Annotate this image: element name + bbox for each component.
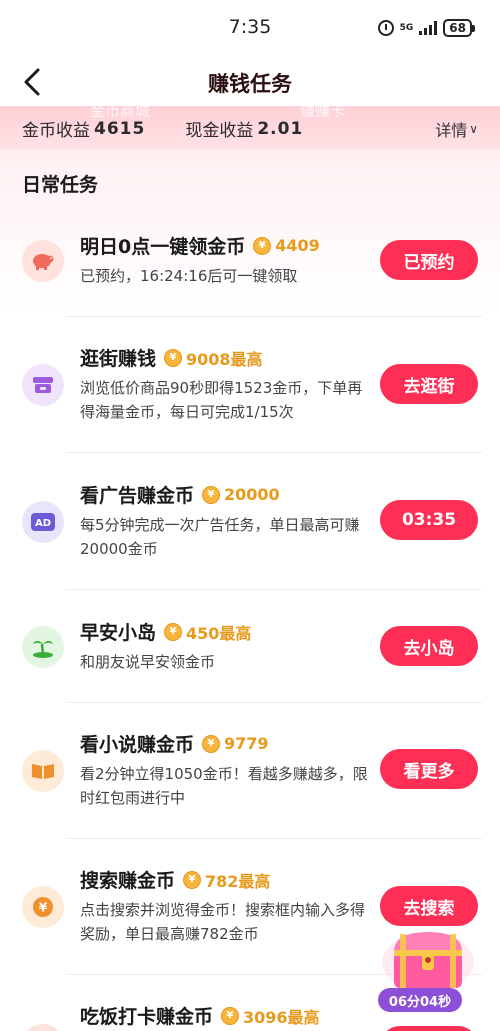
yen-coin-icon: ¥	[22, 886, 64, 928]
battery-level: 68	[449, 21, 466, 35]
earnings-row: 金币收益 4615 现金收益 2.01 详情 ∨	[22, 116, 478, 142]
task-reward: 20000	[224, 485, 280, 504]
task-description: 已预约，16:24:16后可一键领取	[80, 267, 298, 285]
nav-bar: 赚钱任务	[0, 58, 500, 106]
status-bar: 7:35 5G 68	[0, 0, 500, 58]
task-title: 早安小岛	[80, 622, 157, 644]
task-description: 浏览低价商品90秒即得1523金币，下单再得海量金币，每日可完成1/15次	[80, 379, 363, 421]
alarm-icon	[377, 20, 394, 36]
cash-earnings-label: 现金收益	[185, 121, 254, 141]
status-icons: 5G 68	[377, 19, 475, 37]
task-title-row: 早安小岛 ¥ 450最高	[80, 618, 251, 645]
task-action-button[interactable]: 去逛街	[380, 364, 478, 404]
svg-text:AD: AD	[35, 518, 51, 529]
task-description: 和朋友说早安领金币	[80, 653, 216, 671]
divider	[66, 838, 482, 839]
task-description: 每5分钟完成一次广告任务，单日最高可赚20000金币	[80, 516, 360, 558]
divider	[66, 316, 482, 317]
task-action-button[interactable]: 已预约	[380, 240, 478, 280]
task-title-row: 搜索赚金币 ¥ 782最高	[80, 866, 270, 893]
coin-icon: ¥	[202, 734, 221, 753]
store-icon	[22, 364, 64, 406]
task-reward: 450最高	[186, 623, 252, 643]
page-title: 赚钱任务	[208, 72, 292, 96]
task-reward: 9008最高	[186, 349, 263, 369]
task-title: 看广告赚金币	[80, 485, 195, 507]
ad-icon: AD	[22, 501, 64, 543]
meal-icon	[22, 1024, 64, 1031]
task-title: 吃饭打卡赚金币	[80, 1006, 214, 1028]
task-action-button[interactable]: 03:35	[380, 500, 478, 540]
earnings-strip: 金币商城 赚赚卡 金币收益 4615 现金收益 2.01 详情 ∨	[0, 106, 500, 150]
coin-icon: ¥	[183, 870, 202, 889]
task-list: 日常任务 明日0点一键领金币 ¥ 4409 已预约，16:24:16后可一键领取…	[0, 150, 500, 1031]
task-action-button[interactable]: 去搜索	[380, 886, 478, 926]
details-link[interactable]: 详情 ∨	[435, 117, 478, 141]
divider	[66, 589, 482, 590]
island-icon	[22, 626, 64, 668]
task-title-row: 吃饭打卡赚金币 ¥ 3096最高	[80, 1002, 320, 1029]
details-label: 详情	[435, 120, 468, 140]
chest-timer: 06分04秒	[378, 988, 462, 1012]
piggy-bank-icon	[22, 240, 64, 282]
section-title: 日常任务	[22, 174, 99, 196]
battery-icon: 68	[443, 19, 475, 37]
svg-text:¥: ¥	[39, 901, 48, 915]
task-title: 逛街赚钱	[80, 348, 157, 370]
coin-icon: ¥	[202, 485, 221, 504]
task-description: 看2分钟立得1050金币！看越多赚越多，限时红包雨进行中	[80, 765, 368, 807]
task-title-row: 看小说赚金币 ¥ 9779	[80, 730, 269, 757]
divider	[66, 702, 482, 703]
task-title: 看小说赚金币	[80, 734, 195, 756]
task-title-row: 逛街赚钱 ¥ 9008最高	[80, 344, 263, 371]
task-action-button[interactable]	[380, 1026, 478, 1031]
task-title: 明日0点一键领金币	[80, 236, 246, 258]
coin-icon: ¥	[221, 1006, 240, 1025]
coin-earnings-value: 4615	[94, 118, 146, 139]
task-reward: 3096最高	[243, 1007, 320, 1027]
coin-icon: ¥	[164, 622, 183, 641]
chevron-down-icon: ∨	[469, 121, 478, 136]
cash-earnings-value: 2.01	[257, 118, 304, 139]
task-description: 点击搜索并浏览得金币！搜索框内输入多得奖励，单日最高赚782金币	[80, 901, 366, 943]
task-title-row: 看广告赚金币 ¥ 20000	[80, 481, 280, 508]
task-title-row: 明日0点一键领金币 ¥ 4409	[80, 232, 320, 259]
divider	[66, 452, 482, 453]
task-action-button[interactable]: 去小岛	[380, 626, 478, 666]
task-reward: 4409	[275, 236, 320, 255]
task-action-button[interactable]: 看更多	[380, 749, 478, 789]
task-reward: 782最高	[205, 871, 271, 891]
coin-icon: ¥	[253, 236, 272, 255]
task-title: 搜索赚金币	[80, 870, 176, 892]
coin-earnings-label: 金币收益	[22, 121, 90, 141]
signal-icon	[419, 21, 438, 35]
book-icon	[22, 750, 64, 792]
coin-icon: ¥	[164, 348, 183, 367]
network-label: 5G	[399, 23, 414, 33]
task-reward: 9779	[224, 734, 269, 753]
